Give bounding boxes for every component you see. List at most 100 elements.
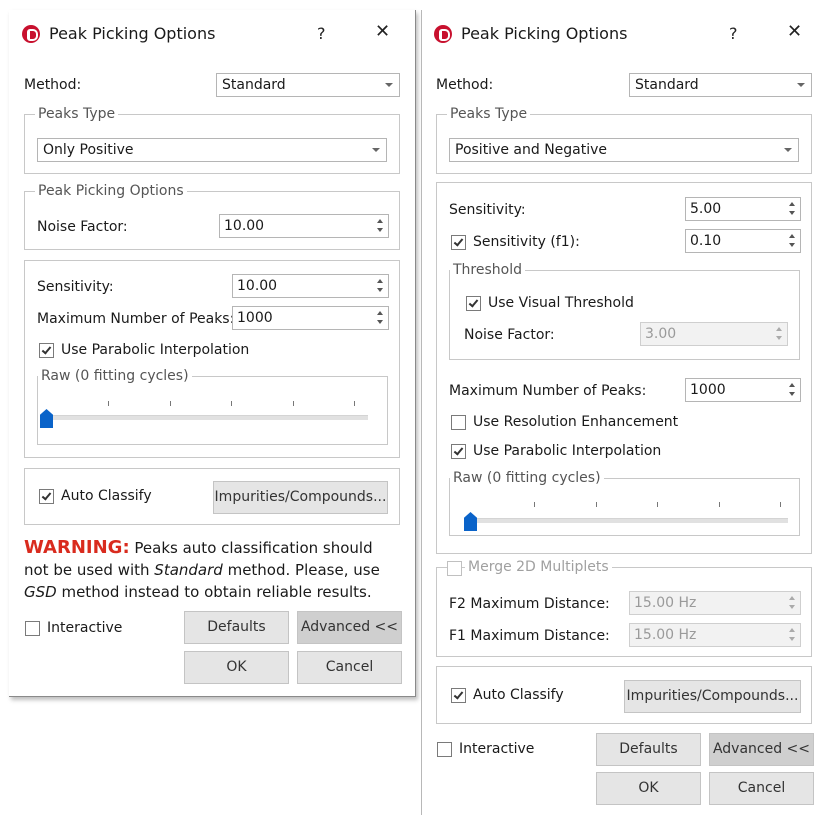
noise-factor-label: Noise Factor: [464,327,555,343]
fitting-cycles-slider-thumb[interactable] [464,512,477,531]
max-peaks-spinbox[interactable]: 1000 [685,378,801,402]
method-label: Method: [24,77,82,93]
parabolic-interpolation-checkbox[interactable] [39,343,54,358]
sensitivity-spinbox[interactable]: 5.00 [685,197,801,221]
auto-classify-checkbox[interactable] [451,688,466,703]
close-button[interactable]: ✕ [787,23,802,41]
warning-text-italic: Standard [154,561,223,579]
cancel-button[interactable]: Cancel [709,772,814,805]
spin-down-icon[interactable] [789,637,795,641]
close-button[interactable]: ✕ [375,23,390,41]
f2-max-distance-value: 15.00 Hz [634,595,697,611]
resolution-enhancement-label: Use Resolution Enhancement [473,414,679,430]
warning-message: WARNING: Peaks auto classification shoul… [24,537,380,603]
merge-2d-multiplets-checkbox[interactable] [447,561,462,576]
auto-classify-group: Auto Classify Impurities/Compounds... [436,666,812,724]
raw-fitting-legend: Raw (0 fitting cycles) [38,367,192,385]
spin-up-icon[interactable] [377,279,383,283]
noise-factor-spinbox[interactable]: 10.00 [219,214,389,238]
help-button[interactable]: ? [317,25,326,43]
fitting-cycles-slider-thumb[interactable] [40,409,53,428]
max-peaks-spinbox[interactable]: 1000 [232,306,389,330]
method-select[interactable]: Standard [216,73,400,97]
spin-up-icon[interactable] [776,327,782,331]
spin-up-icon[interactable] [789,628,795,632]
spin-down-icon[interactable] [789,243,795,247]
advanced-toggle-button[interactable]: Advanced << [297,611,402,644]
spin-up-icon[interactable] [789,383,795,387]
peaks-type-select[interactable]: Positive and Negative [449,138,799,162]
noise-factor-spinbox[interactable]: 3.00 [640,322,788,346]
spin-down-icon[interactable] [377,288,383,292]
advanced-toggle-button[interactable]: Advanced << [709,733,814,766]
auto-classify-label: Auto Classify [473,687,564,703]
parabolic-interpolation-checkbox[interactable] [451,444,466,459]
sensitivity-f1-spinbox[interactable]: 0.10 [685,229,801,253]
fitting-cycles-slider-track[interactable] [468,518,788,523]
max-peaks-value: 1000 [237,310,273,326]
spin-up-icon[interactable] [377,219,383,223]
spin-down-icon[interactable] [789,211,795,215]
impurities-compounds-button[interactable]: Impurities/Compounds... [213,481,388,514]
warning-label: WARNING: [24,537,130,558]
sensitivity-spinbox[interactable]: 10.00 [232,274,389,298]
defaults-button[interactable]: Defaults [184,611,289,644]
parabolic-interpolation-label: Use Parabolic Interpolation [61,342,250,358]
ok-button[interactable]: OK [596,772,701,805]
spin-down-icon[interactable] [789,605,795,609]
f2-max-distance-label: F2 Maximum Distance: [449,596,610,612]
chevron-down-icon [372,148,380,152]
peak-picking-dialog-advanced: Peak Picking Options ? ✕ Method: Standar… [421,10,821,815]
spin-up-icon[interactable] [377,311,383,315]
raw-fitting-legend: Raw (0 fitting cycles) [450,469,604,487]
spin-down-icon[interactable] [377,320,383,324]
sensitivity-value: 5.00 [690,201,722,217]
method-select[interactable]: Standard [629,73,812,97]
spin-up-icon[interactable] [789,596,795,600]
sensitivity-label: Sensitivity: [449,202,526,218]
peaks-type-select[interactable]: Only Positive [37,138,387,162]
warning-text: not be used with [24,561,155,579]
interactive-label: Interactive [47,620,123,636]
f1-max-distance-spinbox[interactable]: 15.00 Hz [629,623,801,647]
fitting-cycles-slider-track[interactable] [44,415,368,420]
spin-down-icon[interactable] [377,228,383,232]
slider-tick [108,401,109,406]
sensitivity-f1-label: Sensitivity (f1): [473,234,580,250]
ok-button[interactable]: OK [184,651,289,684]
sensitivity-value: 10.00 [237,278,278,294]
resolution-enhancement-checkbox[interactable] [451,415,466,430]
help-button[interactable]: ? [729,25,738,43]
peaks-type-group: Peaks Type Only Positive [24,105,400,174]
interactive-checkbox[interactable] [25,621,40,636]
slider-tick [719,502,720,507]
peaks-type-group: Peaks Type Positive and Negative [436,105,812,174]
dialog-title: Peak Picking Options [49,24,216,43]
defaults-button[interactable]: Defaults [596,733,701,766]
impurities-compounds-button[interactable]: Impurities/Compounds... [624,680,801,713]
spin-down-icon[interactable] [776,336,782,340]
warning-text: Peaks auto classification should [129,539,373,557]
threshold-group: Threshold Use Visual Threshold Noise Fac… [449,261,800,360]
slider-tick [354,401,355,406]
parabolic-interpolation-label: Use Parabolic Interpolation [473,443,662,459]
visual-threshold-label: Use Visual Threshold [488,295,634,311]
f2-max-distance-spinbox[interactable]: 15.00 Hz [629,591,801,615]
sensitivity-label: Sensitivity: [37,279,114,295]
spin-down-icon[interactable] [789,392,795,396]
visual-threshold-checkbox[interactable] [466,296,481,311]
cancel-button[interactable]: Cancel [297,651,402,684]
raw-fitting-group: Raw (0 fitting cycles) [449,469,800,536]
threshold-legend: Threshold [450,261,525,279]
spin-up-icon[interactable] [789,234,795,238]
slider-tick [231,401,232,406]
slider-tick [170,401,171,406]
warning-text-italic: GSD [24,583,57,601]
slider-tick [596,502,597,507]
sensitivity-f1-checkbox[interactable] [451,235,466,250]
interactive-checkbox[interactable] [437,742,452,757]
slider-tick [534,502,535,507]
auto-classify-checkbox[interactable] [39,489,54,504]
interactive-label: Interactive [459,741,535,757]
spin-up-icon[interactable] [789,202,795,206]
